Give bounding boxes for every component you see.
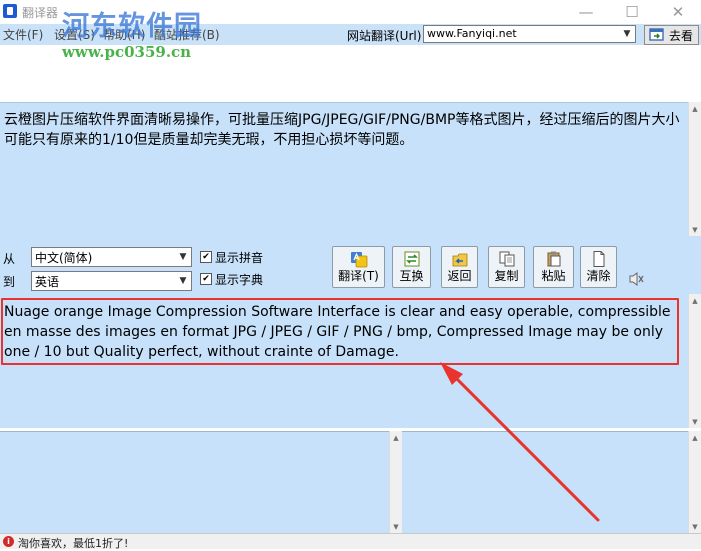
annotation-arrow-icon bbox=[440, 362, 600, 522]
info-icon: i bbox=[3, 536, 14, 547]
status-bar: i 淘你喜欢，最低1折了! bbox=[0, 533, 701, 550]
